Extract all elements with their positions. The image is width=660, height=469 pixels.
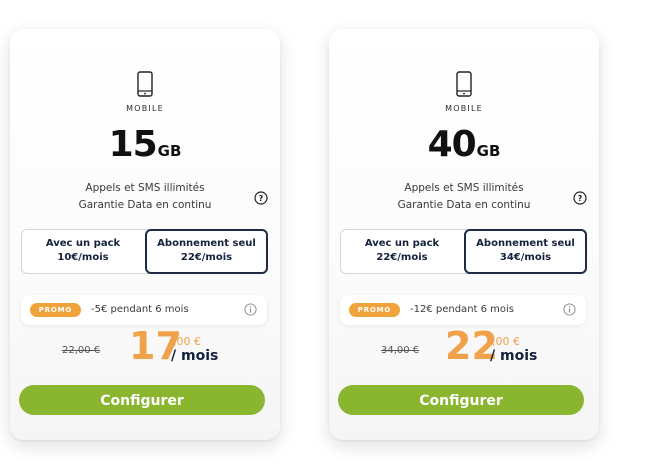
plan-card-15gb: MOBILE 15GB Appels et SMS illimités Gara… [10, 29, 280, 440]
info-circle-icon[interactable] [244, 303, 257, 316]
plan-category-label: MOBILE [126, 104, 164, 113]
promo-badge: PROMO [349, 303, 400, 317]
option-price: 10€/mois [57, 252, 109, 263]
feature-data-guarantee: Garantie Data en continu [78, 199, 212, 211]
option-label: Abonnement seul [157, 238, 256, 249]
question-circle-icon[interactable]: ? [254, 191, 268, 205]
promo-banner: PROMO -12€ pendant 6 mois [340, 295, 586, 325]
promo-banner: PROMO -5€ pendant 6 mois [21, 295, 267, 325]
feature-calls: Appels et SMS illimités [404, 182, 524, 194]
price-cents: ,00 € [173, 335, 201, 348]
option-with-pack[interactable]: Avec un pack 10€/mois [22, 230, 144, 273]
data-amount-unit: GB [157, 142, 182, 160]
promo-description: -5€ pendant 6 mois [91, 304, 189, 315]
plan-features: Appels et SMS illimités Garantie Data en… [10, 180, 280, 214]
plan-features: Appels et SMS illimités Garantie Data en… [329, 180, 599, 214]
data-amount-unit: GB [476, 142, 501, 160]
feature-calls: Appels et SMS illimités [85, 182, 205, 194]
configure-button[interactable]: Configurer [338, 385, 584, 415]
plan-data-amount: 40GB [329, 127, 599, 163]
svg-text:?: ? [259, 194, 264, 203]
plan-data-amount: 15GB [10, 127, 280, 163]
option-subscription-only[interactable]: Abonnement seul 34€/mois [464, 229, 587, 274]
mobile-phone-icon [137, 71, 153, 97]
price-cents: ,00 € [492, 335, 520, 348]
feature-data-guarantee: Garantie Data en continu [397, 199, 531, 211]
option-subscription-only[interactable]: Abonnement seul 22€/mois [145, 229, 268, 274]
data-amount-value: 40 [427, 124, 477, 165]
option-label: Abonnement seul [476, 238, 575, 249]
question-circle-icon[interactable]: ? [573, 191, 587, 205]
subscription-type-toggle: Avec un pack 22€/mois Abonnement seul 34… [340, 229, 587, 274]
option-label: Avec un pack [45, 238, 121, 249]
option-price: 34€/mois [499, 252, 552, 263]
option-price: 22€/mois [376, 252, 428, 263]
offers-section: MOBILE 15GB Appels et SMS illimités Gara… [0, 0, 660, 469]
old-price: 34,00 € [381, 345, 420, 356]
option-label: Avec un pack [364, 238, 440, 249]
info-circle-icon[interactable] [563, 303, 576, 316]
option-price: 22€/mois [180, 252, 233, 263]
price-period: / mois [171, 348, 219, 364]
configure-button[interactable]: Configurer [19, 385, 265, 415]
promo-description: -12€ pendant 6 mois [410, 304, 515, 315]
subscription-type-toggle: Avec un pack 10€/mois Abonnement seul 22… [21, 229, 268, 274]
mobile-phone-icon [456, 71, 472, 97]
option-with-pack[interactable]: Avec un pack 22€/mois [341, 230, 463, 273]
plan-card-40gb: MOBILE 40GB Appels et SMS illimités Gara… [329, 29, 599, 440]
plan-category-label: MOBILE [445, 104, 483, 113]
data-amount-value: 15 [108, 124, 158, 165]
svg-text:?: ? [578, 194, 583, 203]
old-price: 22,00 € [62, 345, 101, 356]
price-period: / mois [490, 348, 538, 364]
promo-badge: PROMO [30, 303, 81, 317]
